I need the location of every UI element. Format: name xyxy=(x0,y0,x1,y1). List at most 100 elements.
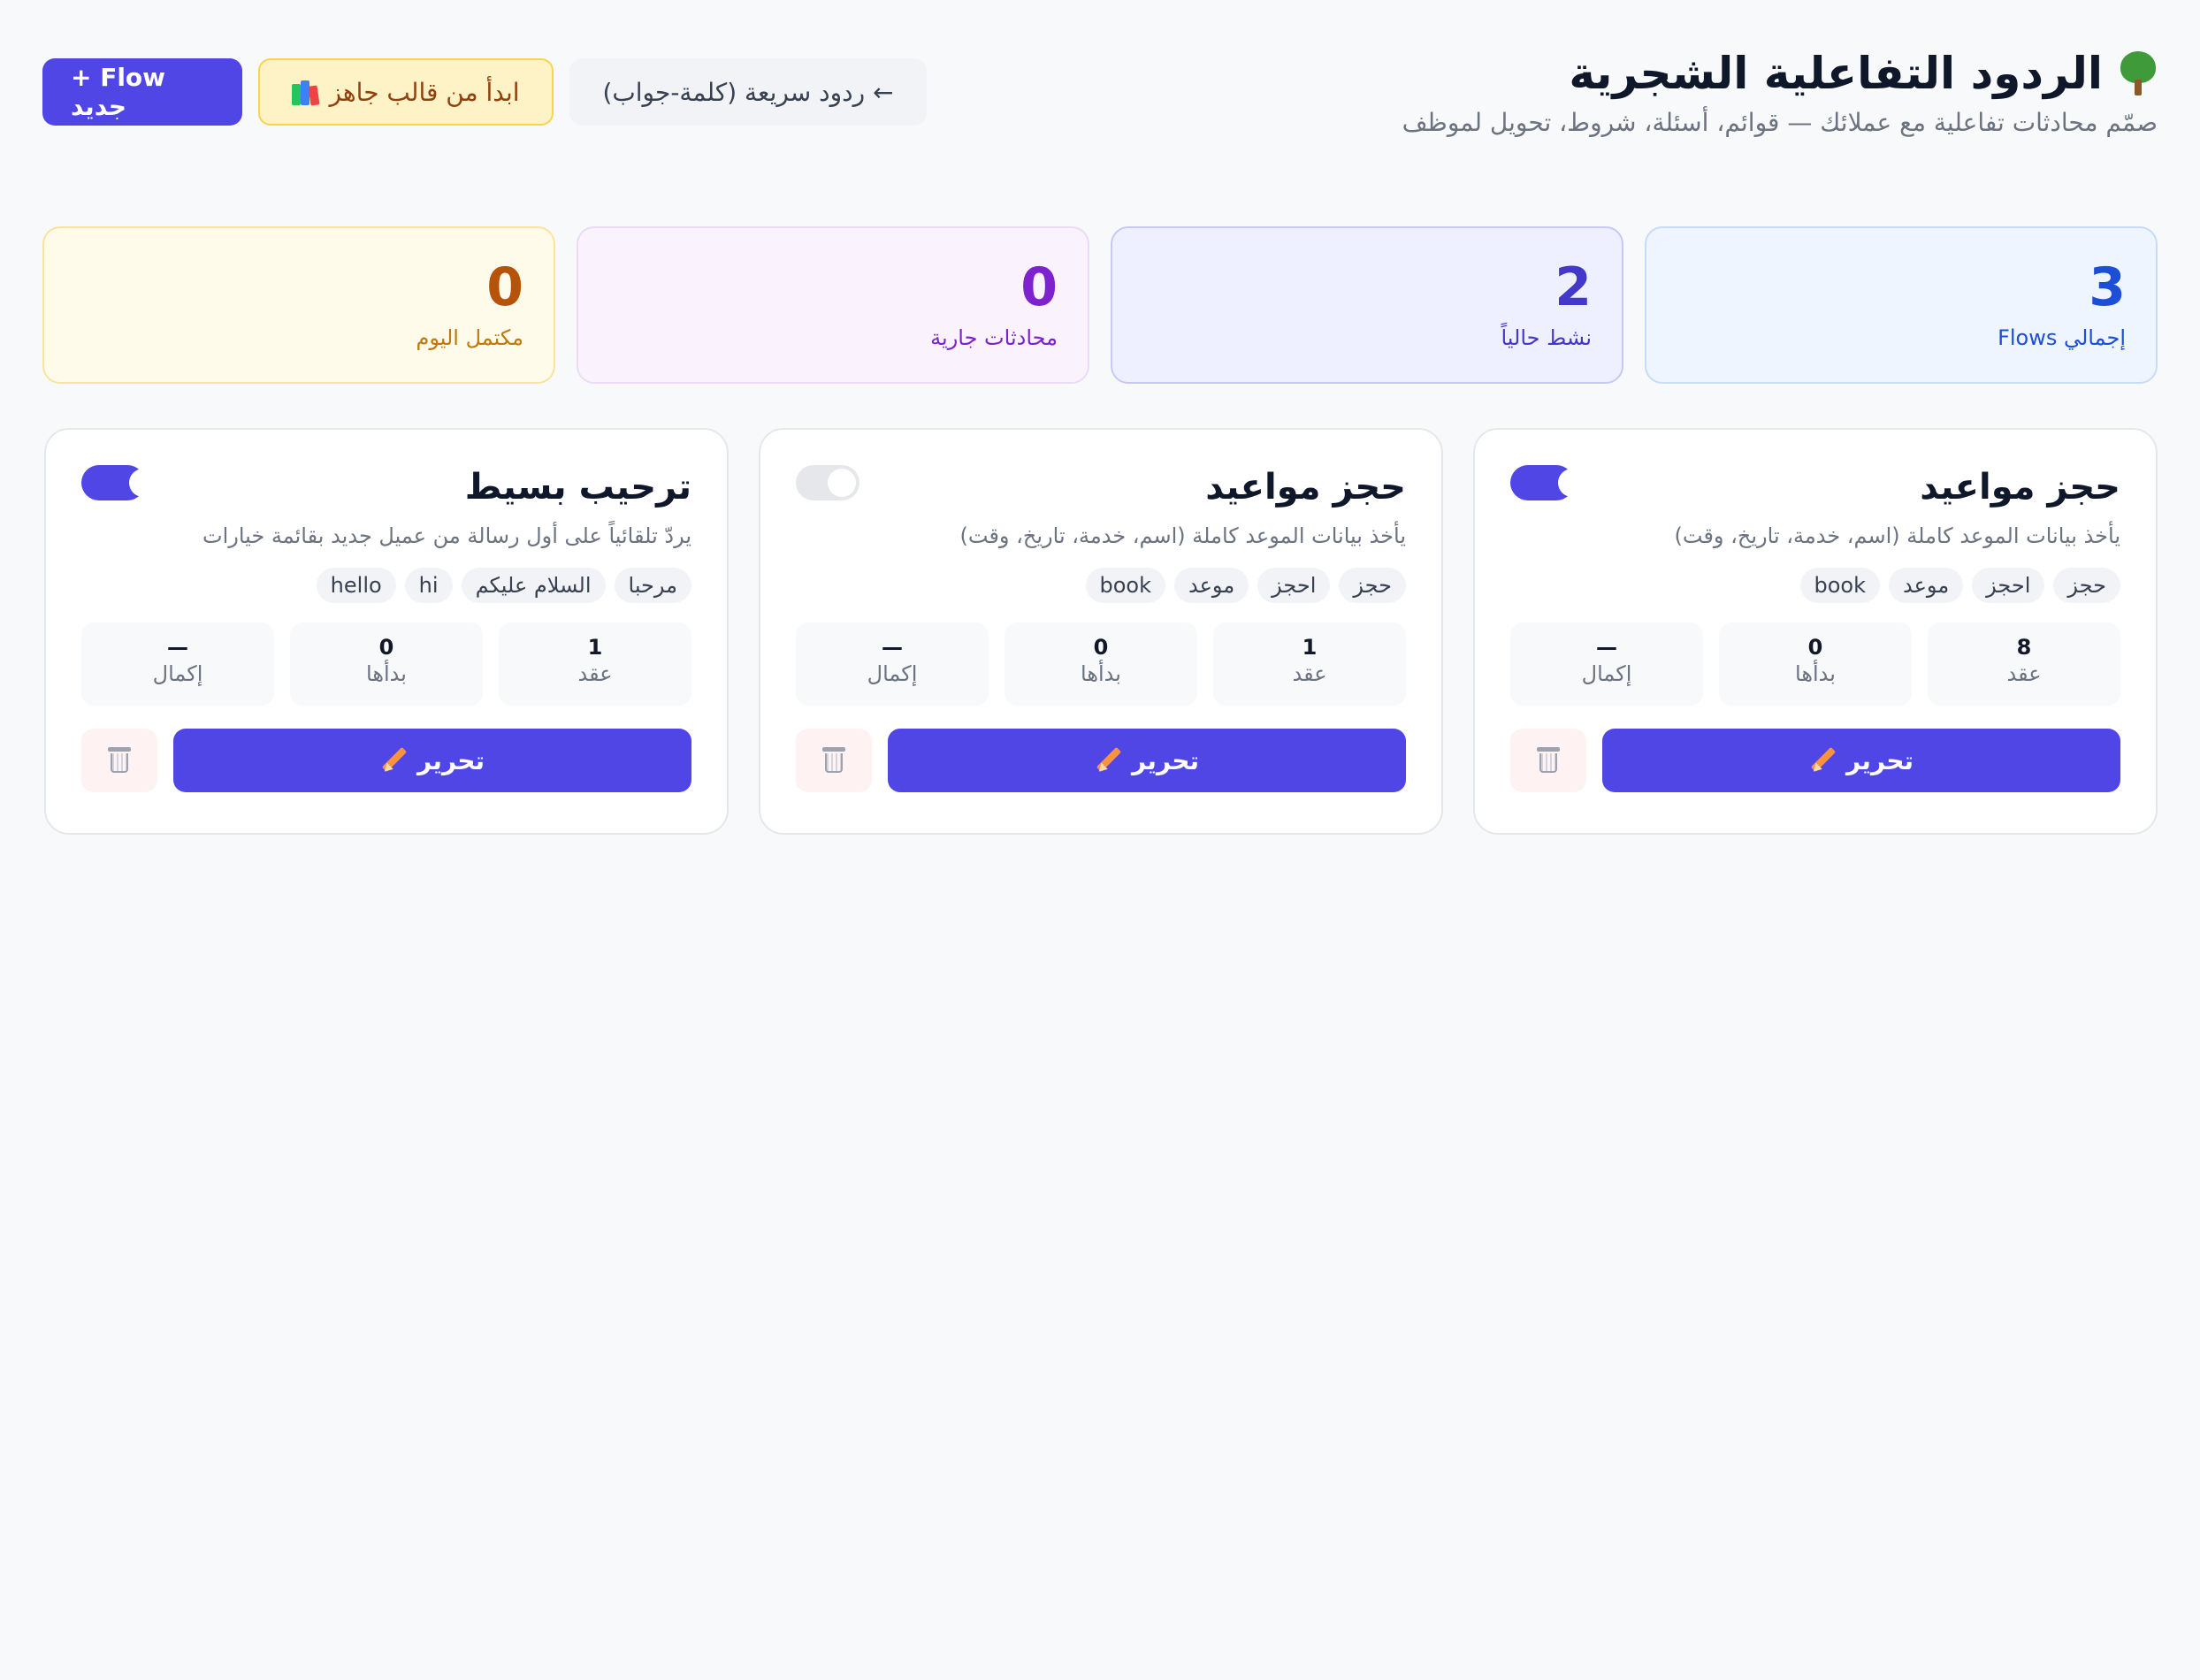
stat-completed-today: 0 مكتمل اليوم xyxy=(42,226,555,384)
metric-value: 8 xyxy=(2016,635,2032,660)
metric-label: إكمال xyxy=(1581,661,1632,686)
metric-value: 1 xyxy=(587,635,603,660)
metric-label: عقد xyxy=(577,661,613,686)
flow-card: حجز مواعيد يأخذ بيانات الموعد كاملة (اسم… xyxy=(759,428,1443,835)
trigger-tag: hi xyxy=(404,568,453,603)
stat-active-value: 2 xyxy=(1555,256,1592,318)
stat-total-label: إجمالي Flows xyxy=(1998,325,2126,350)
start-from-template-label: ابدأ من قالب جاهز xyxy=(329,77,520,107)
new-flow-button[interactable]: + Flow جديد xyxy=(42,58,242,126)
quick-replies-label: ← ردود سريعة (كلمة-جواب) xyxy=(602,77,894,107)
flow-metrics: 8 عقد 0 بدأها — إكمال xyxy=(1510,622,2120,706)
trigger-tag: حجز xyxy=(2053,568,2120,603)
edit-flow-label: تحرير xyxy=(1131,745,1200,775)
flow-title: ترحيب بسيط xyxy=(464,467,691,508)
trigger-tag: موعد xyxy=(1174,568,1249,603)
page-title: الردود التفاعلية الشجرية xyxy=(1569,48,2103,99)
flow-description: يردّ تلقائياً على أول رسالة من عميل جديد… xyxy=(202,523,691,548)
delete-flow-button[interactable] xyxy=(796,729,872,792)
flow-card: حجز مواعيد يأخذ بيانات الموعد كاملة (اسم… xyxy=(1473,428,2158,835)
trash-icon xyxy=(1537,747,1560,774)
metric-label: عقد xyxy=(1292,661,1327,686)
trigger-tag: hello xyxy=(316,568,396,603)
metric-label: إكمال xyxy=(152,661,203,686)
trigger-tag: احجز xyxy=(1972,568,2045,603)
stat-completed-label: مكتمل اليوم xyxy=(416,325,523,350)
flow-enabled-toggle[interactable] xyxy=(796,465,859,500)
metric-value: 1 xyxy=(1302,635,1318,660)
flow-title: حجز مواعيد xyxy=(1920,467,2120,508)
stats-row: 3 إجمالي Flows 2 نشط حالياً 0 محادثات جا… xyxy=(42,226,2158,384)
flow-metrics: 1 عقد 0 بدأها — إكمال xyxy=(796,622,1406,706)
stat-running-label: محادثات جارية xyxy=(930,325,1058,350)
trigger-tag: مرحبا xyxy=(614,568,691,603)
metric-value: — xyxy=(1596,635,1617,660)
stat-active-flows: 2 نشط حالياً xyxy=(1111,226,1623,384)
trash-icon xyxy=(108,747,131,774)
metric-label: عقد xyxy=(2006,661,2042,686)
flow-trigger-tags: مرحبا السلام عليكم hi hello xyxy=(81,568,691,603)
trigger-tag: السلام عليكم xyxy=(461,568,606,603)
new-flow-button-label: + Flow جديد xyxy=(71,63,166,121)
stat-total-value: 3 xyxy=(2089,256,2126,318)
trigger-tag: book xyxy=(1085,568,1165,603)
metric-nodes: 1 عقد xyxy=(1213,622,1406,706)
header-actions: + Flow جديد ابدأ من قالب جاهز ← ردود سري… xyxy=(42,58,927,126)
metric-label: إكمال xyxy=(867,661,918,686)
flow-card-actions: تحرير xyxy=(81,729,691,792)
metric-value: 0 xyxy=(1093,635,1109,660)
metric-value: 0 xyxy=(378,635,394,660)
flow-cards: حجز مواعيد يأخذ بيانات الموعد كاملة (اسم… xyxy=(42,428,2158,835)
trigger-tag: احجز xyxy=(1257,568,1331,603)
flow-trigger-tags: حجز احجز موعد book xyxy=(796,568,1406,603)
flow-description: يأخذ بيانات الموعد كاملة (اسم، خدمة، تار… xyxy=(959,523,1406,548)
delete-flow-button[interactable] xyxy=(1510,729,1586,792)
metric-value: — xyxy=(167,635,188,660)
quick-replies-button[interactable]: ← ردود سريعة (كلمة-جواب) xyxy=(569,58,927,126)
metric-completion: — إكمال xyxy=(1510,622,1703,706)
edit-flow-button[interactable]: تحرير xyxy=(888,729,1406,792)
pencil-icon xyxy=(380,746,408,775)
flow-description: يأخذ بيانات الموعد كاملة (اسم، خدمة، تار… xyxy=(1674,523,2120,548)
metric-started: 0 بدأها xyxy=(1005,622,1197,706)
flow-card: ترحيب بسيط يردّ تلقائياً على أول رسالة م… xyxy=(44,428,729,835)
tree-icon xyxy=(2119,51,2158,95)
stat-running-conversations: 0 محادثات جارية xyxy=(577,226,1089,384)
flow-metrics: 1 عقد 0 بدأها — إكمال xyxy=(81,622,691,706)
stat-active-label: نشط حالياً xyxy=(1501,325,1592,350)
stat-total-flows: 3 إجمالي Flows xyxy=(1645,226,2158,384)
pencil-icon xyxy=(1095,746,1122,775)
flow-trigger-tags: حجز احجز موعد book xyxy=(1510,568,2120,603)
metric-value: 0 xyxy=(1807,635,1823,660)
flow-card-actions: تحرير xyxy=(796,729,1406,792)
page: الردود التفاعلية الشجرية صمّم محادثات تف… xyxy=(0,0,2200,1680)
trash-icon xyxy=(822,747,845,774)
trigger-tag: حجز xyxy=(1339,568,1406,603)
delete-flow-button[interactable] xyxy=(81,729,157,792)
page-subtitle: صمّم محادثات تفاعلية مع عملائك — قوائم، … xyxy=(1402,108,2158,137)
flow-enabled-toggle[interactable] xyxy=(1510,465,1586,500)
header: الردود التفاعلية الشجرية صمّم محادثات تف… xyxy=(42,42,2158,184)
metric-started: 0 بدأها xyxy=(1719,622,1912,706)
flow-card-actions: تحرير xyxy=(1510,729,2120,792)
metric-label: بدأها xyxy=(366,661,407,686)
flow-enabled-toggle[interactable] xyxy=(81,465,157,500)
metric-completion: — إكمال xyxy=(81,622,274,706)
metric-started: 0 بدأها xyxy=(290,622,483,706)
page-title-row: الردود التفاعلية الشجرية xyxy=(1402,42,2158,104)
trigger-tag: موعد xyxy=(1889,568,1964,603)
metric-nodes: 8 عقد xyxy=(1928,622,2120,706)
title-block: الردود التفاعلية الشجرية صمّم محادثات تف… xyxy=(1402,42,2158,137)
edit-flow-label: تحرير xyxy=(1845,745,1914,775)
edit-flow-button[interactable]: تحرير xyxy=(1602,729,2120,792)
metric-completion: — إكمال xyxy=(796,622,989,706)
metric-value: — xyxy=(882,635,903,660)
trigger-tag: book xyxy=(1799,568,1880,603)
books-icon xyxy=(292,79,320,106)
start-from-template-button[interactable]: ابدأ من قالب جاهز xyxy=(258,58,554,126)
metric-label: بدأها xyxy=(1795,661,1836,686)
stat-completed-value: 0 xyxy=(486,256,523,318)
flow-title: حجز مواعيد xyxy=(1205,467,1406,508)
pencil-icon xyxy=(1809,746,1837,775)
edit-flow-button[interactable]: تحرير xyxy=(173,729,691,792)
